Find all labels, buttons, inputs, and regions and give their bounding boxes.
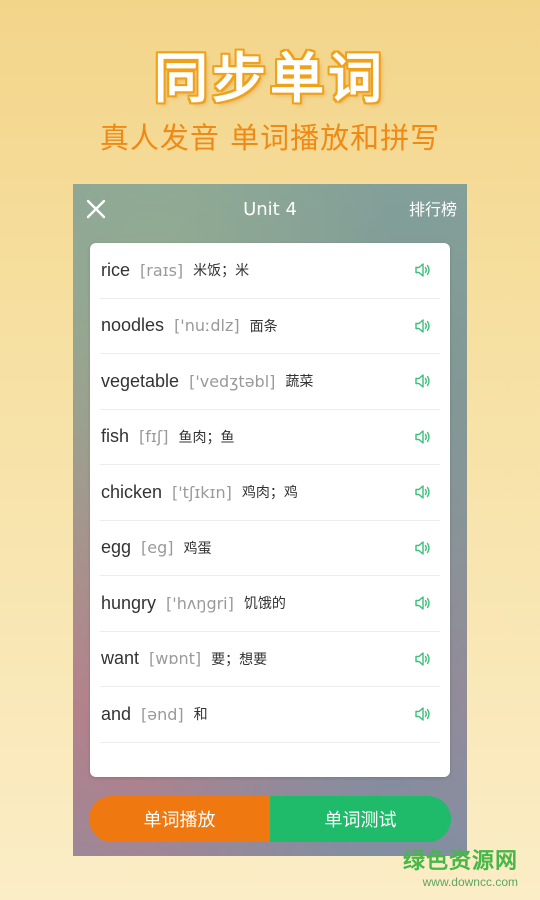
word-text: want xyxy=(101,648,140,669)
word-meaning: 要；想要 xyxy=(211,651,268,668)
word-meaning: 米饭；米 xyxy=(193,263,250,280)
word-phonetic: [fɪʃ] xyxy=(139,427,169,447)
word-phonetic: ['hʌŋgri] xyxy=(166,593,234,613)
word-text: vegetable xyxy=(101,370,180,391)
hero-subtitle: 真人发音 单词播放和拼写 xyxy=(99,121,441,155)
leaderboard-button[interactable]: 排行榜 xyxy=(409,196,457,224)
word-row[interactable]: noodles ['nuːdlz] 面条 xyxy=(100,299,440,354)
top-bar: Unit 4 排行榜 xyxy=(73,184,467,236)
word-meaning: 蔬菜 xyxy=(285,374,314,391)
watermark: 绿色资源网 www.downcc.com xyxy=(403,849,518,889)
speaker-icon[interactable] xyxy=(414,650,432,668)
word-play-button[interactable]: 单词播放 xyxy=(89,796,270,842)
unit-title: Unit 4 xyxy=(243,199,297,220)
word-meaning: 鸡蛋 xyxy=(183,540,212,557)
speaker-icon[interactable] xyxy=(414,372,432,390)
phone-screen: Unit 4 排行榜 rice [raɪs] 米饭；米 noodles ['nuːdlz… xyxy=(73,184,467,856)
word-phonetic: [ənd] xyxy=(141,704,184,724)
word-phonetic: [wɒnt] xyxy=(149,649,202,669)
speaker-icon[interactable] xyxy=(414,705,432,723)
word-meaning: 和 xyxy=(193,707,208,724)
word-phonetic: ['nuːdlz] xyxy=(174,316,240,336)
word-row[interactable]: rice [raɪs] 米饭；米 xyxy=(100,243,440,299)
word-meaning: 面条 xyxy=(249,318,278,335)
word-row[interactable]: want [wɒnt] 要；想要 xyxy=(100,632,440,687)
word-row[interactable]: vegetable ['vedʒtəbl] 蔬菜 xyxy=(100,354,440,410)
speaker-icon[interactable] xyxy=(414,539,432,557)
word-phonetic: ['tʃɪkɪn] xyxy=(172,482,232,502)
speaker-icon[interactable] xyxy=(414,261,432,279)
word-row[interactable]: and [ənd] 和 xyxy=(100,687,440,743)
speaker-icon[interactable] xyxy=(414,317,432,335)
word-text: rice xyxy=(101,259,131,280)
word-row[interactable]: egg [eg] 鸡蛋 xyxy=(100,521,440,576)
word-meaning: 饥饿的 xyxy=(243,596,286,613)
word-text: and xyxy=(101,703,132,724)
word-text: noodles xyxy=(101,315,165,336)
word-list: rice [raɪs] 米饭；米 noodles ['nuːdlz] 面条 vegetabl… xyxy=(90,243,450,743)
word-row[interactable]: fish [fɪʃ] 鱼肉；鱼 xyxy=(100,410,440,465)
word-list-card: rice [raɪs] 米饭；米 noodles ['nuːdlz] 面条 vegetabl… xyxy=(90,243,450,777)
word-meaning: 鸡肉；鸡 xyxy=(241,485,298,502)
word-phonetic: ['vedʒtəbl] xyxy=(189,371,276,391)
word-phonetic: [eg] xyxy=(141,538,174,558)
speaker-icon[interactable] xyxy=(414,594,432,612)
word-text: chicken xyxy=(101,481,163,502)
word-row[interactable]: hungry ['hʌŋgri] 饥饿的 xyxy=(100,576,440,632)
watermark-title: 绿色资源网 xyxy=(402,849,518,874)
close-icon[interactable] xyxy=(83,196,109,222)
word-test-button[interactable]: 单词测试 xyxy=(270,796,451,842)
speaker-icon[interactable] xyxy=(414,483,432,501)
hero-title: 同步单词 xyxy=(154,47,386,110)
word-row[interactable]: chicken ['tʃɪkɪn] 鸡肉；鸡 xyxy=(100,465,440,521)
word-meaning: 鱼肉；鱼 xyxy=(178,429,235,446)
watermark-url: www.downcc.com xyxy=(422,875,518,889)
word-text: hungry xyxy=(101,592,157,613)
word-phonetic: [raɪs] xyxy=(140,260,184,280)
word-text: egg xyxy=(101,537,132,558)
action-bar: 单词播放 单词测试 xyxy=(89,796,451,842)
speaker-icon[interactable] xyxy=(414,428,432,446)
word-text: fish xyxy=(101,426,130,447)
